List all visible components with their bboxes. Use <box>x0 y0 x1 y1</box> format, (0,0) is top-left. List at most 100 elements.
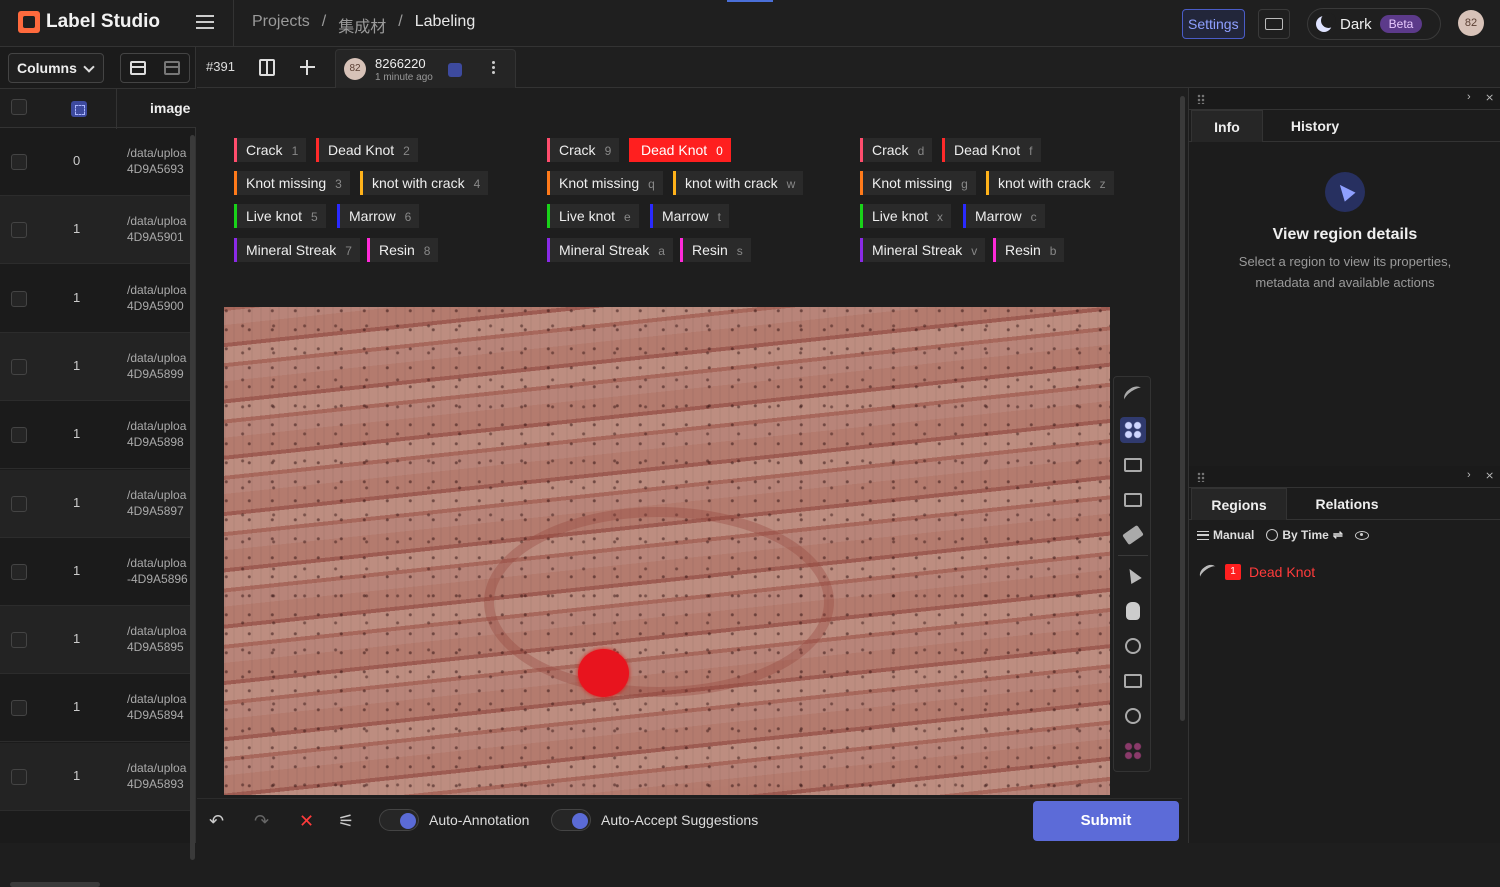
label-resin[interactable]: Resin 8 <box>367 238 439 262</box>
annotation-tab[interactable]: 82 8266220 1 minute ago <box>335 49 516 88</box>
table-row[interactable]: 1/data/uploa 4D9A5894 <box>0 674 190 743</box>
auto-accept-toggle[interactable] <box>551 809 591 831</box>
label-live-knot[interactable]: Live knot e <box>547 204 639 228</box>
label-marrow[interactable]: Marrow t <box>650 204 730 228</box>
label-resin[interactable]: Resin b <box>993 238 1065 262</box>
label-knot-with-crack[interactable]: knot with crack 4 <box>360 171 489 195</box>
undo-icon[interactable]: ↶ <box>209 811 224 832</box>
image-path: /data/uploa 4D9A5898 <box>127 418 189 450</box>
horizontal-scrollbar[interactable] <box>10 882 100 887</box>
brush-tool[interactable] <box>1120 381 1146 407</box>
table-row[interactable]: 1/data/uploa 4D9A5900 <box>0 265 190 333</box>
sort-manual-button[interactable]: Manual <box>1197 528 1254 542</box>
image-canvas[interactable] <box>224 307 1110 795</box>
rectangle-tool[interactable] <box>1120 452 1146 478</box>
row-checkbox[interactable] <box>11 290 27 307</box>
visibility-icon[interactable] <box>1354 530 1369 540</box>
label-dead-knot[interactable]: Dead Knot 2 <box>316 138 418 162</box>
region-list-item[interactable]: 1 Dead Knot <box>1197 561 1315 583</box>
user-avatar[interactable]: 82 <box>1458 10 1484 36</box>
list-view-button[interactable] <box>121 54 155 82</box>
label-resin[interactable]: Resin s <box>680 238 751 262</box>
row-checkbox[interactable] <box>11 632 27 649</box>
more-options-icon[interactable] <box>492 61 495 64</box>
collapse-icon[interactable]: › <box>1467 469 1471 481</box>
label-live-knot[interactable]: Live knot 5 <box>234 204 326 228</box>
row-checkbox[interactable] <box>11 700 27 717</box>
columns-button[interactable]: Columns <box>8 53 104 83</box>
reset-icon[interactable]: ✕ <box>299 811 314 832</box>
select-tool[interactable] <box>1120 562 1146 588</box>
table-row[interactable]: 1/data/uploa 4D9A5895 <box>0 606 190 675</box>
label-mineral-streak[interactable]: Mineral Streak a <box>547 238 673 262</box>
zoom-out-tool[interactable] <box>1120 703 1146 729</box>
drag-handle-icon[interactable] <box>1197 94 1205 104</box>
split-view-icon[interactable] <box>259 59 275 76</box>
sort-order-icon[interactable]: ⇌ <box>1333 528 1343 542</box>
label-knot-with-crack[interactable]: knot with crack z <box>986 171 1114 195</box>
redo-icon[interactable]: ↷ <box>254 811 269 832</box>
fit-tool[interactable] <box>1120 668 1146 694</box>
eraser-tool[interactable] <box>1120 522 1146 548</box>
table-row[interactable]: 1/data/uploa -4D9A5896 <box>0 538 190 606</box>
label-knot-missing[interactable]: Knot missing q <box>547 171 663 195</box>
tab-relations[interactable]: Relations <box>1295 488 1399 520</box>
table-row[interactable]: 1/data/uploa 4D9A5893 <box>0 742 190 811</box>
table-row[interactable]: 1/data/uploa 4D9A5897 <box>0 469 190 538</box>
label-knot-missing[interactable]: Knot missing 3 <box>234 171 350 195</box>
label-crack[interactable]: Crack 9 <box>547 138 620 162</box>
table-row[interactable]: 1/data/uploa 4D9A5901 <box>0 196 190 265</box>
label-live-knot[interactable]: Live knot x <box>860 204 952 228</box>
canvas-scrollbar[interactable] <box>1180 96 1185 721</box>
label-marrow[interactable]: Marrow 6 <box>337 204 420 228</box>
label-knot-with-crack[interactable]: knot with crack w <box>673 171 804 195</box>
label-mineral-streak[interactable]: Mineral Streak 7 <box>234 238 360 262</box>
table-view-button[interactable] <box>155 54 189 82</box>
label-marrow[interactable]: Marrow c <box>963 204 1045 228</box>
add-annotation-icon[interactable] <box>300 60 315 75</box>
breadcrumb-projects[interactable]: Projects <box>252 13 310 37</box>
sort-by-time-button[interactable]: By Time ⇌ <box>1266 528 1343 542</box>
row-checkbox[interactable] <box>11 154 27 170</box>
label-dead-knot[interactable]: Dead Knot f <box>942 138 1041 162</box>
settings-button[interactable]: Settings <box>1182 9 1245 39</box>
breadcrumb-project[interactable]: 集成材 <box>338 13 386 37</box>
app-logo[interactable]: Label Studio <box>18 11 160 33</box>
tab-history[interactable]: History <box>1271 110 1359 142</box>
smart-tool[interactable] <box>1120 738 1146 764</box>
theme-toggle[interactable]: Dark Beta <box>1307 8 1441 40</box>
table-row[interactable]: 1/data/uploa 4D9A5898 <box>0 401 190 470</box>
submit-button[interactable]: Submit <box>1033 801 1179 841</box>
menu-icon[interactable] <box>196 15 214 29</box>
row-checkbox[interactable] <box>11 563 27 580</box>
pan-tool[interactable] <box>1120 598 1146 624</box>
column-header-image[interactable]: image <box>150 100 190 116</box>
label-crack[interactable]: Crack 1 <box>234 138 307 162</box>
table-row[interactable]: 0/data/uploa 4D9A5693 <box>0 128 190 196</box>
label-mineral-streak[interactable]: Mineral Streak v <box>860 238 986 262</box>
row-checkbox[interactable] <box>11 427 27 444</box>
row-checkbox[interactable] <box>11 768 27 785</box>
select-all-checkbox[interactable] <box>11 99 27 115</box>
row-checkbox[interactable] <box>11 495 27 512</box>
collapse-icon[interactable]: › <box>1467 91 1471 103</box>
vertical-scrollbar[interactable] <box>190 135 195 860</box>
minimize-icon[interactable]: ⨯ <box>1485 469 1494 482</box>
auto-annotation-toggle[interactable] <box>379 809 419 831</box>
tab-info[interactable]: Info <box>1191 110 1263 142</box>
table-row[interactable]: 1/data/uploa 4D9A5899 <box>0 332 190 401</box>
label-knot-missing[interactable]: Knot missing g <box>860 171 976 195</box>
zoom-in-tool[interactable] <box>1120 633 1146 659</box>
tab-regions[interactable]: Regions <box>1191 488 1287 520</box>
label-crack[interactable]: Crack d <box>860 138 933 162</box>
polygon-tool[interactable] <box>1120 487 1146 513</box>
keyboard-shortcuts-button[interactable] <box>1258 9 1290 39</box>
drag-handle-icon[interactable] <box>1197 472 1205 482</box>
label-dead-knot[interactable]: Dead Knot 0 <box>629 138 731 162</box>
keypoint-tool[interactable] <box>1120 417 1146 443</box>
row-checkbox[interactable] <box>11 222 27 239</box>
row-checkbox[interactable] <box>11 358 27 375</box>
settings-sliders-icon[interactable]: ⚟ <box>338 811 354 832</box>
region-dead-knot[interactable] <box>578 649 629 697</box>
minimize-icon[interactable]: ⨯ <box>1485 91 1494 104</box>
